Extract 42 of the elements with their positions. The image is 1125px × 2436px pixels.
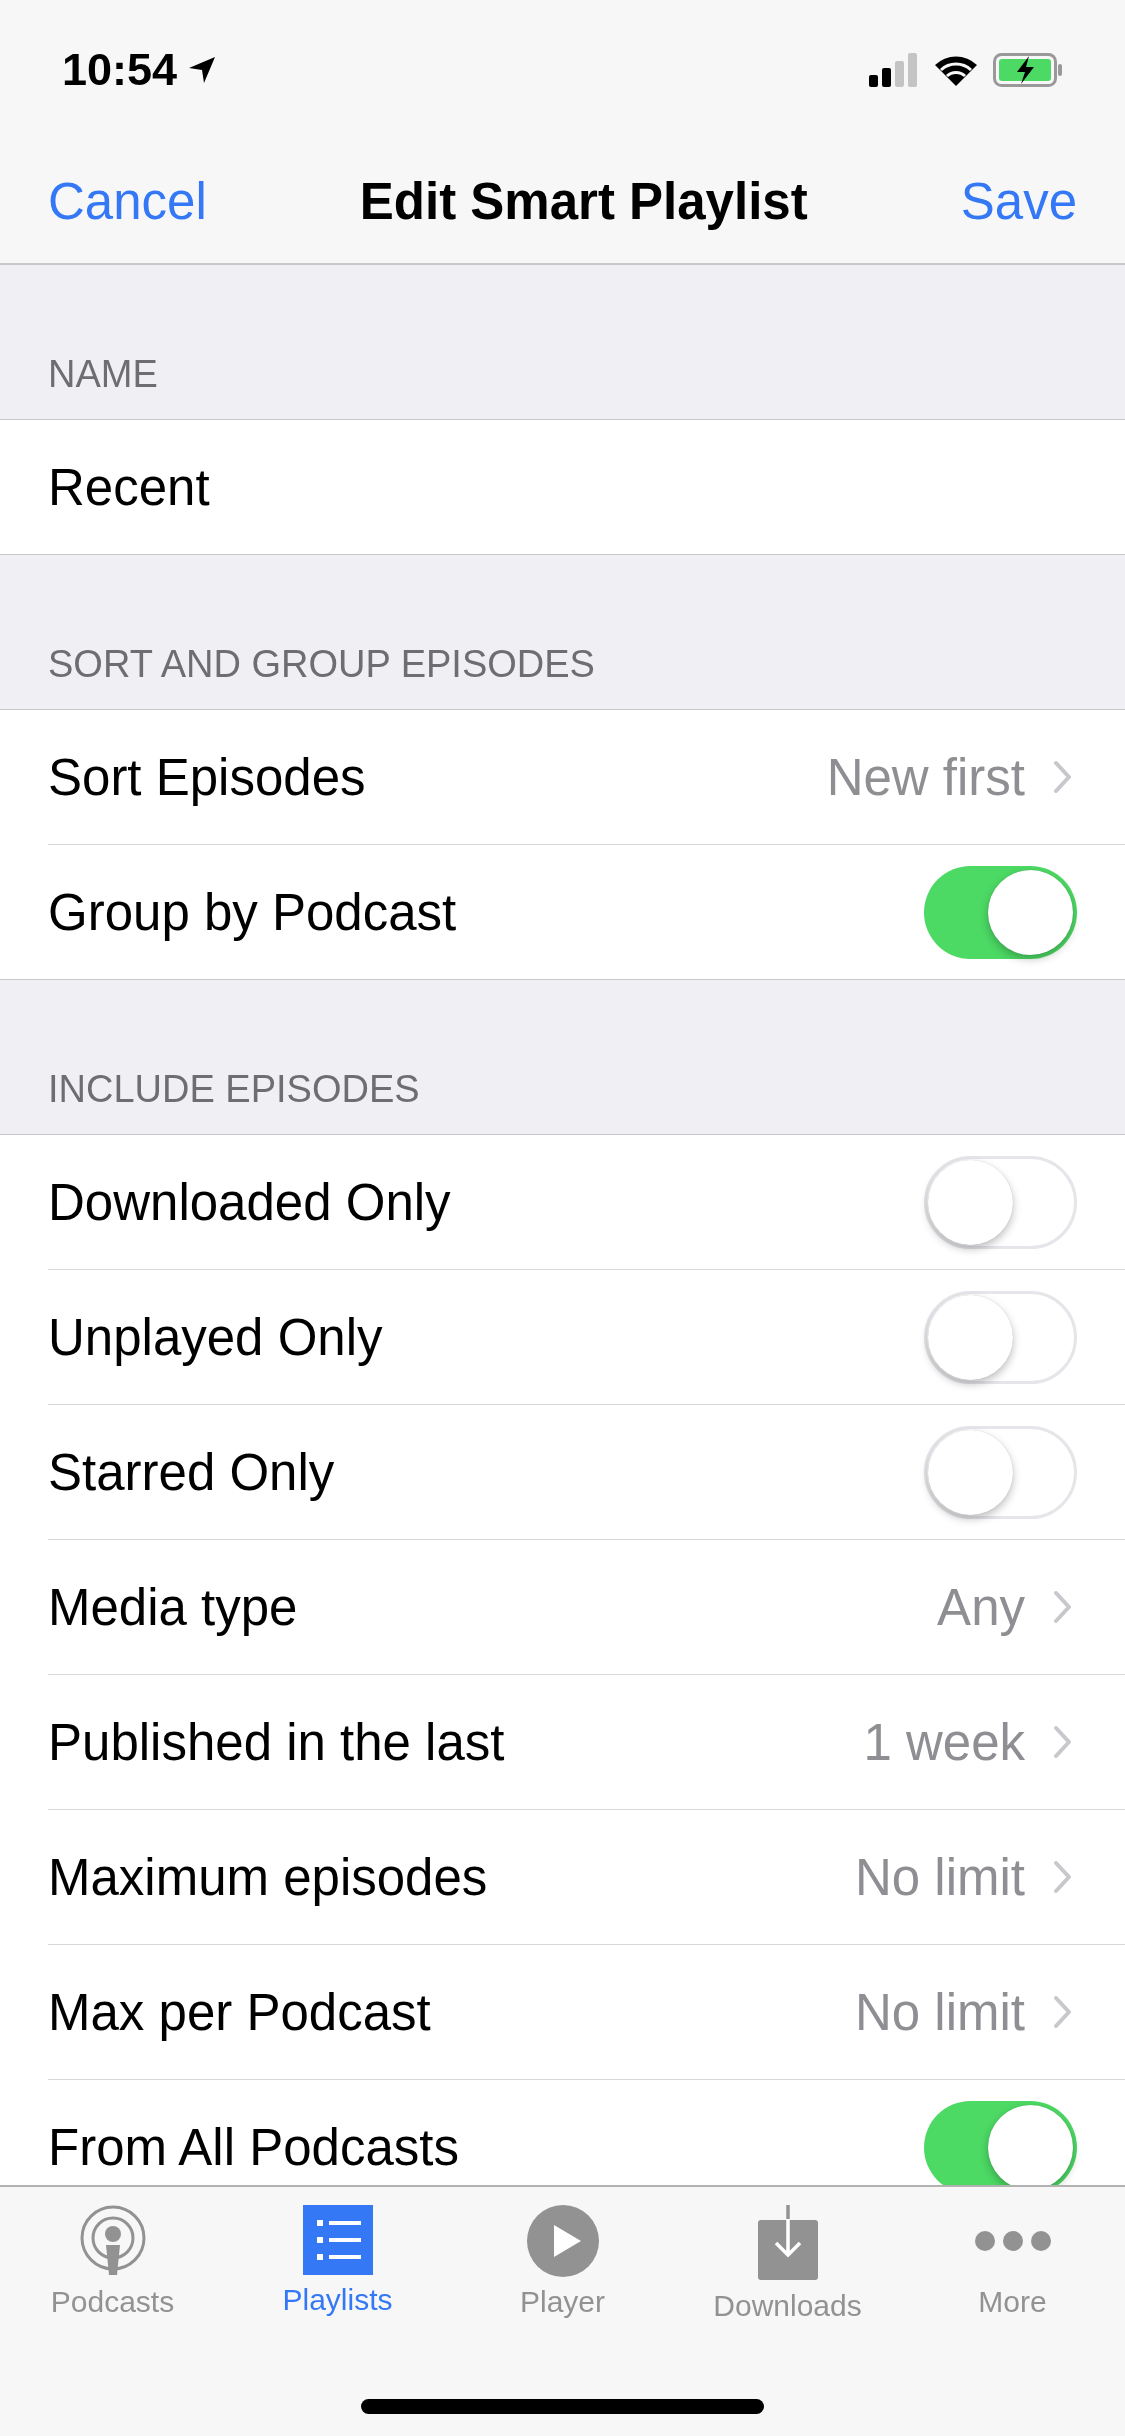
toggle-switch[interactable] [924, 2100, 1077, 2185]
row-label: Downloaded Only [48, 1172, 452, 1232]
row-value[interactable]: 1 week [863, 1712, 1073, 1772]
row-value[interactable]: Any [937, 1577, 1073, 1637]
name-field[interactable]: Recent [48, 457, 1077, 517]
nav-title: Edit Smart Playlist [359, 172, 808, 231]
row-label: Starred Only [48, 1442, 336, 1502]
cancel-button[interactable]: Cancel [48, 172, 207, 231]
section-header: INCLUDE EPISODES [47, 1067, 421, 1112]
row-label: Max per Podcast [48, 1982, 432, 2042]
row-value[interactable]: New first [826, 747, 1073, 807]
more-icon [974, 2231, 1051, 2251]
chevron-icon [1053, 1860, 1073, 1894]
row-label: From All Podcasts [48, 2117, 460, 2177]
chevron-icon [1053, 760, 1073, 794]
chevron-icon [1053, 1590, 1073, 1624]
row-label: Group by Podcast [48, 882, 458, 942]
row-label: Published in the last [48, 1712, 506, 1772]
section-header: NAME [47, 352, 159, 397]
row-label: Media type [48, 1577, 299, 1637]
tab-item[interactable]: Playlists [225, 2205, 450, 2323]
download-icon [756, 2205, 819, 2281]
list-icon [302, 2205, 373, 2275]
status-time: 10:54 [62, 44, 178, 96]
tab-item[interactable]: Player [450, 2205, 675, 2323]
location-arrow-icon [187, 55, 218, 85]
save-button[interactable]: Save [960, 172, 1077, 231]
wifi-icon [933, 53, 979, 87]
signal-icon [869, 53, 919, 87]
play-icon [526, 2205, 599, 2277]
row-label: Maximum episodes [48, 1847, 489, 1907]
row-label: Sort Episodes [48, 747, 367, 807]
row-value[interactable]: No limit [855, 1847, 1073, 1907]
tab-item[interactable]: More [900, 2205, 1125, 2323]
battery-icon [993, 53, 1063, 87]
row-label: Unplayed Only [48, 1307, 384, 1367]
row-value[interactable]: No limit [855, 1982, 1073, 2042]
chevron-icon [1053, 1725, 1073, 1759]
tab-item[interactable]: Downloads [675, 2205, 900, 2323]
tab-item[interactable]: Podcasts [0, 2205, 225, 2323]
section-header: SORT AND GROUP EPISODES [47, 642, 596, 687]
chevron-icon [1053, 1995, 1073, 2029]
